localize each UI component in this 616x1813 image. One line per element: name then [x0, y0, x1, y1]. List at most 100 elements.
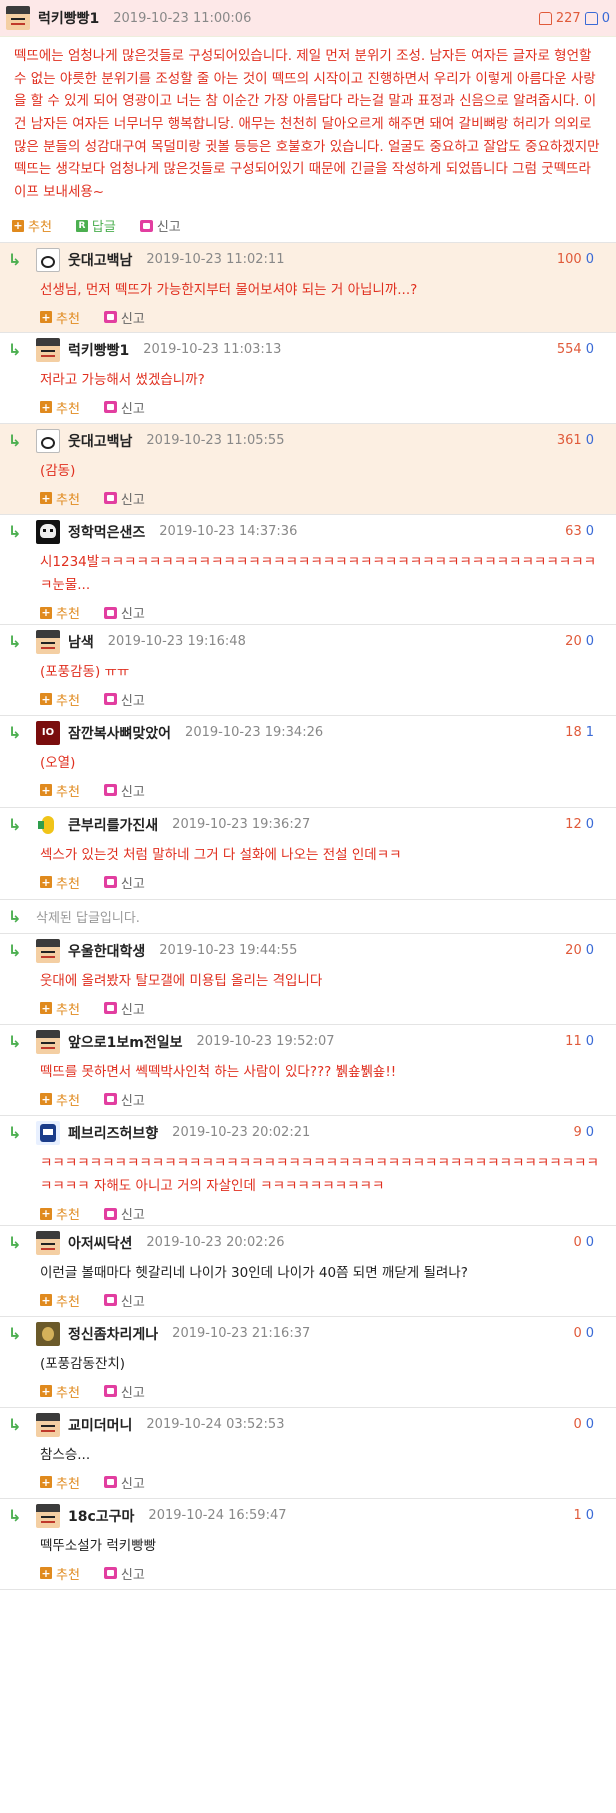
comment-recommend-button[interactable]: + 추천	[40, 1473, 80, 1492]
comment-author-avatar[interactable]	[36, 629, 60, 654]
comment-report-button[interactable]: 신고	[103, 398, 145, 417]
comment-down-votes[interactable]: 0	[586, 433, 594, 448]
comment-recommend-button[interactable]: + 추천	[40, 999, 80, 1018]
comment-down-votes[interactable]: 0	[586, 342, 594, 357]
comment-report-button[interactable]: 신고	[103, 1382, 145, 1401]
comment-recommend-button[interactable]: + 추천	[40, 1291, 80, 1310]
comment-author-nickname[interactable]: 웃대고백남	[68, 250, 132, 270]
comment-down-votes[interactable]: 0	[586, 817, 594, 832]
comment-author-avatar[interactable]	[36, 1412, 60, 1437]
comment-down-votes[interactable]: 0	[586, 1125, 594, 1140]
comment-author-avatar[interactable]	[36, 1120, 60, 1145]
comment-down-votes[interactable]: 0	[586, 1326, 594, 1341]
reply-icon: R	[75, 219, 88, 232]
comment-recommend-button[interactable]: + 추천	[40, 1382, 80, 1401]
comment-up-votes[interactable]: 361	[557, 433, 582, 448]
comment-report-button[interactable]: 신고	[103, 603, 145, 622]
comment-report-button[interactable]: 신고	[103, 999, 145, 1018]
comment-report-button[interactable]: 신고	[103, 781, 145, 800]
comment-down-votes[interactable]: 0	[586, 524, 594, 539]
comment-author-avatar[interactable]	[36, 1503, 60, 1528]
comment-author-avatar[interactable]	[36, 1321, 60, 1346]
comment-body: 웃대에 올려봤자 탈모갤에 미용팁 올리는 격입니다	[40, 972, 323, 989]
comment-up-votes[interactable]: 0	[573, 1417, 581, 1432]
comment-author-avatar[interactable]	[36, 337, 60, 362]
comment-up-votes[interactable]: 9	[573, 1125, 581, 1140]
comment-up-votes[interactable]: 20	[565, 634, 582, 649]
comment-author-avatar[interactable]	[36, 1029, 60, 1054]
comment-recommend-button[interactable]: + 추천	[40, 603, 80, 622]
comment-up-votes[interactable]: 554	[557, 342, 582, 357]
comment-report-button[interactable]: 신고	[103, 1291, 145, 1310]
comment-report-button[interactable]: 신고	[103, 873, 145, 892]
comment-author-nickname[interactable]: 정신좀차리게나	[68, 1324, 158, 1344]
comment-actions: + 추천 신고	[0, 1199, 616, 1229]
comment-recommend-button[interactable]: + 추천	[40, 308, 80, 327]
comment-author-avatar[interactable]	[36, 247, 60, 272]
comment-down-votes[interactable]: 0	[586, 1508, 594, 1523]
comment-author-nickname[interactable]: 앞으로1보m전일보	[68, 1032, 183, 1052]
comment-date: 2019-10-24 16:59:47	[148, 1508, 287, 1524]
comment-author-nickname[interactable]: 18c고구마	[68, 1506, 134, 1526]
comment-author-avatar[interactable]: IO	[36, 720, 60, 745]
comment-recommend-button[interactable]: + 추천	[40, 1564, 80, 1583]
comment-recommend-button[interactable]: + 추천	[40, 1090, 80, 1109]
comment-author-nickname[interactable]: 아저씨닥션	[68, 1233, 132, 1253]
thumbs-down-icon[interactable]	[584, 11, 598, 25]
comment-recommend-button[interactable]: + 추천	[40, 690, 80, 709]
comment-down-votes[interactable]: 0	[586, 943, 594, 958]
comment-down-votes[interactable]: 0	[586, 1235, 594, 1250]
post-reply-button[interactable]: R 답글	[75, 216, 116, 235]
comment-down-votes[interactable]: 1	[586, 725, 594, 740]
comment-down-votes[interactable]: 0	[586, 252, 594, 267]
comment-author-nickname[interactable]: 남색	[68, 632, 94, 652]
reply-arrow-icon: ↳	[8, 723, 22, 743]
comment-up-votes[interactable]: 12	[565, 817, 582, 832]
comment-down-votes[interactable]: 0	[586, 634, 594, 649]
comment-author-nickname[interactable]: 정학먹은샌즈	[68, 522, 145, 542]
comment-author-avatar[interactable]	[36, 428, 60, 453]
comment-author-nickname[interactable]: 잠깐복사뼈맞았어	[68, 723, 171, 743]
comment-report-button[interactable]: 신고	[103, 308, 145, 327]
comment-up-votes[interactable]: 63	[565, 524, 582, 539]
comment-recommend-button[interactable]: + 추천	[40, 781, 80, 800]
comment-author-nickname[interactable]: 우울한대학생	[68, 941, 145, 961]
comment-author-avatar[interactable]	[36, 519, 60, 544]
comment-up-votes[interactable]: 1	[573, 1508, 581, 1523]
comment-report-button[interactable]: 신고	[103, 1473, 145, 1492]
thumbs-up-icon[interactable]	[538, 11, 552, 25]
comment-down-votes[interactable]: 0	[586, 1034, 594, 1049]
comment-up-votes[interactable]: 20	[565, 943, 582, 958]
comment-author-nickname[interactable]: 페브리즈허브향	[68, 1123, 158, 1143]
comment-report-button[interactable]: 신고	[103, 1204, 145, 1223]
comment-date: 2019-10-23 11:02:11	[146, 252, 285, 268]
comment-report-button[interactable]: 신고	[103, 1564, 145, 1583]
comment-down-votes[interactable]: 0	[586, 1417, 594, 1432]
post-recommend-button[interactable]: + 추천	[12, 216, 52, 235]
post-report-button[interactable]: 신고	[139, 216, 181, 235]
comment-up-votes[interactable]: 18	[565, 725, 582, 740]
comment-author-avatar[interactable]	[36, 812, 60, 837]
comment-report-button[interactable]: 신고	[103, 489, 145, 508]
comment-recommend-button[interactable]: + 추천	[40, 398, 80, 417]
comment-up-votes[interactable]: 100	[557, 252, 582, 267]
comment-date: 2019-10-23 19:36:27	[172, 817, 311, 833]
comment-author-nickname[interactable]: 럭키빵빵1	[68, 340, 129, 360]
comment-up-votes[interactable]: 0	[573, 1235, 581, 1250]
comment-up-votes[interactable]: 11	[565, 1034, 582, 1049]
report-icon	[103, 1294, 117, 1307]
comment-author-nickname[interactable]: 교미더머니	[68, 1415, 132, 1435]
comment-author-nickname[interactable]: 큰부리를가진새	[68, 815, 158, 835]
comment-header: ↳ 럭키빵빵1 2019-10-23 11:03:13 554 0	[0, 333, 616, 367]
comment-recommend-button[interactable]: + 추천	[40, 873, 80, 892]
comment-recommend-button[interactable]: + 추천	[40, 1204, 80, 1223]
post-author-nickname[interactable]: 럭키빵빵1	[38, 8, 99, 28]
comment-author-avatar[interactable]	[36, 938, 60, 963]
comment-report-button[interactable]: 신고	[103, 1090, 145, 1109]
comment-author-nickname[interactable]: 웃대고백남	[68, 431, 132, 451]
comment-report-button[interactable]: 신고	[103, 690, 145, 709]
comment-author-avatar[interactable]	[36, 1230, 60, 1255]
post-author-avatar[interactable]	[6, 6, 30, 30]
comment-up-votes[interactable]: 0	[573, 1326, 581, 1341]
comment-recommend-button[interactable]: + 추천	[40, 489, 80, 508]
